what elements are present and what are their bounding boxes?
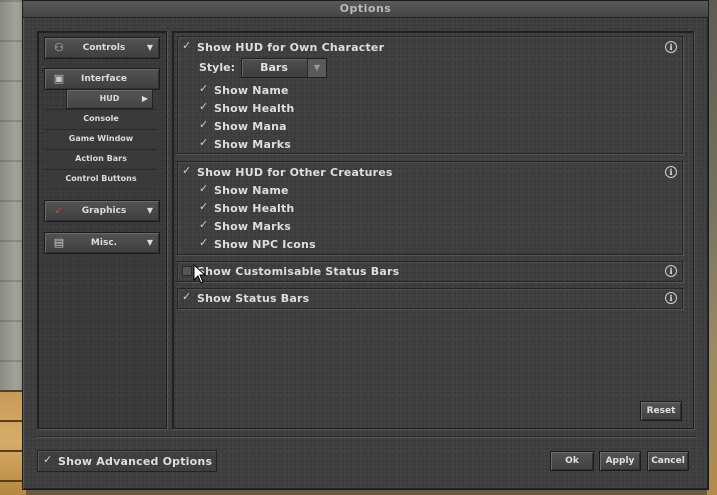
footer-divider	[37, 436, 696, 438]
hud-others-label: Show HUD for Other Creatures	[197, 165, 393, 179]
advanced-options-group: Show Advanced Options	[37, 450, 217, 472]
hud-own-checkbox[interactable]: Show HUD for Own Character	[182, 39, 384, 55]
category-graphics-button[interactable]: ✓ Graphics ▼	[44, 200, 160, 222]
others-show-name-checkbox[interactable]: Show Name	[199, 182, 289, 198]
category-label: Misc.	[90, 238, 118, 248]
checkbox-checked-icon	[43, 453, 53, 466]
others-show-npc-icons-checkbox[interactable]: Show NPC Icons	[199, 236, 316, 252]
option-label: Show Name	[214, 183, 289, 197]
option-label: Show Marks	[214, 137, 291, 151]
hud-others-checkbox[interactable]: Show HUD for Other Creatures	[182, 164, 393, 180]
others-show-health-checkbox[interactable]: Show Health	[199, 200, 294, 216]
option-label: Show Mana	[214, 119, 287, 133]
chevron-down-icon: ▼	[146, 238, 153, 247]
status-bars-label: Show Status Bars	[197, 291, 310, 305]
checkbox-checked-icon	[182, 39, 192, 52]
option-label: Show NPC Icons	[214, 237, 316, 251]
option-label: Show Marks	[214, 219, 291, 233]
category-label: Interface	[80, 74, 128, 84]
sidebar-item-game-window[interactable]: Game Window	[45, 129, 157, 148]
chevron-down-icon: ▼	[146, 206, 153, 215]
checkbox-checked-icon	[199, 118, 209, 131]
checkbox-checked-icon	[182, 290, 192, 303]
misc-icon: ▤	[53, 236, 65, 249]
reset-button[interactable]: Reset	[640, 401, 682, 421]
category-label: Graphics	[81, 206, 127, 216]
checkbox-checked-icon	[199, 100, 209, 113]
sidebar-item-control-buttons[interactable]: Control Buttons	[45, 169, 157, 188]
category-interface-button[interactable]: ▣ Interface	[44, 68, 160, 90]
cancel-button[interactable]: Cancel	[647, 451, 689, 471]
chevron-down-icon: ▼	[307, 59, 326, 77]
advanced-options-label: Show Advanced Options	[58, 454, 213, 468]
hud-own-group: Show HUD for Own Character i Style: Bars…	[177, 36, 683, 154]
controls-icon: ⚇	[54, 41, 64, 54]
category-misc-button[interactable]: ▤ Misc. ▼	[44, 232, 160, 254]
category-controls-button[interactable]: ⚇ Controls ▼	[44, 37, 160, 59]
sidebar-item-label: HUD	[99, 94, 120, 103]
info-icon[interactable]: i	[665, 292, 677, 304]
chevron-down-icon: ▼	[146, 43, 153, 52]
checkbox-checked-icon	[199, 182, 209, 195]
own-show-name-checkbox[interactable]: Show Name	[199, 82, 289, 98]
custom-status-bars-group: Show Customisable Status Bars i	[177, 261, 683, 282]
ok-button[interactable]: Ok	[550, 451, 594, 471]
option-label: Show Name	[214, 83, 289, 97]
style-select[interactable]: Bars ▼	[241, 58, 327, 78]
sidebar-item-hud[interactable]: HUD ▶	[66, 89, 153, 109]
checkbox-checked-icon	[182, 164, 192, 177]
hud-others-group: Show HUD for Other Creatures i Show Name…	[177, 161, 683, 255]
option-label: Show Health	[214, 201, 295, 215]
interface-icon: ▣	[53, 72, 65, 85]
checkbox-checked-icon	[199, 82, 209, 95]
own-show-health-checkbox[interactable]: Show Health	[199, 100, 294, 116]
info-icon[interactable]: i	[665, 265, 677, 277]
checkbox-checked-icon	[199, 200, 209, 213]
style-select-value: Bars	[260, 61, 288, 74]
custom-status-bars-checkbox[interactable]: Show Customisable Status Bars	[182, 263, 399, 279]
checkbox-checked-icon	[199, 218, 209, 231]
chevron-right-icon: ▶	[141, 94, 148, 103]
checkbox-checked-icon	[199, 236, 209, 249]
own-show-marks-checkbox[interactable]: Show Marks	[199, 136, 291, 152]
info-icon[interactable]: i	[665, 166, 677, 178]
window-title[interactable]: Options	[23, 1, 708, 18]
advanced-options-checkbox[interactable]: Show Advanced Options	[43, 453, 212, 469]
options-window: Options ⚇ Controls ▼ ▣ Interface HUD ▶ C…	[22, 0, 709, 490]
sidebar-item-action-bars[interactable]: Action Bars	[45, 149, 157, 168]
style-label: Style:	[199, 61, 235, 74]
info-icon[interactable]: i	[665, 41, 677, 53]
hud-settings-panel: Show HUD for Own Character i Style: Bars…	[172, 31, 694, 429]
apply-button[interactable]: Apply	[599, 451, 641, 471]
category-label: Controls	[82, 43, 126, 53]
option-label: Show Health	[214, 101, 295, 115]
checkbox-checked-icon	[199, 136, 209, 149]
graphics-icon: ✓	[54, 204, 64, 217]
sidebar-item-console[interactable]: Console	[45, 109, 157, 128]
status-bars-checkbox[interactable]: Show Status Bars	[182, 290, 309, 306]
own-show-mana-checkbox[interactable]: Show Mana	[199, 118, 287, 134]
status-bars-group: Show Status Bars i	[177, 288, 683, 309]
checkbox-empty-icon	[182, 266, 192, 276]
others-show-marks-checkbox[interactable]: Show Marks	[199, 218, 291, 234]
category-panel: ⚇ Controls ▼ ▣ Interface HUD ▶ Console G…	[37, 31, 167, 429]
hud-own-label: Show HUD for Own Character	[197, 40, 385, 54]
custom-status-bars-label: Show Customisable Status Bars	[197, 264, 400, 278]
